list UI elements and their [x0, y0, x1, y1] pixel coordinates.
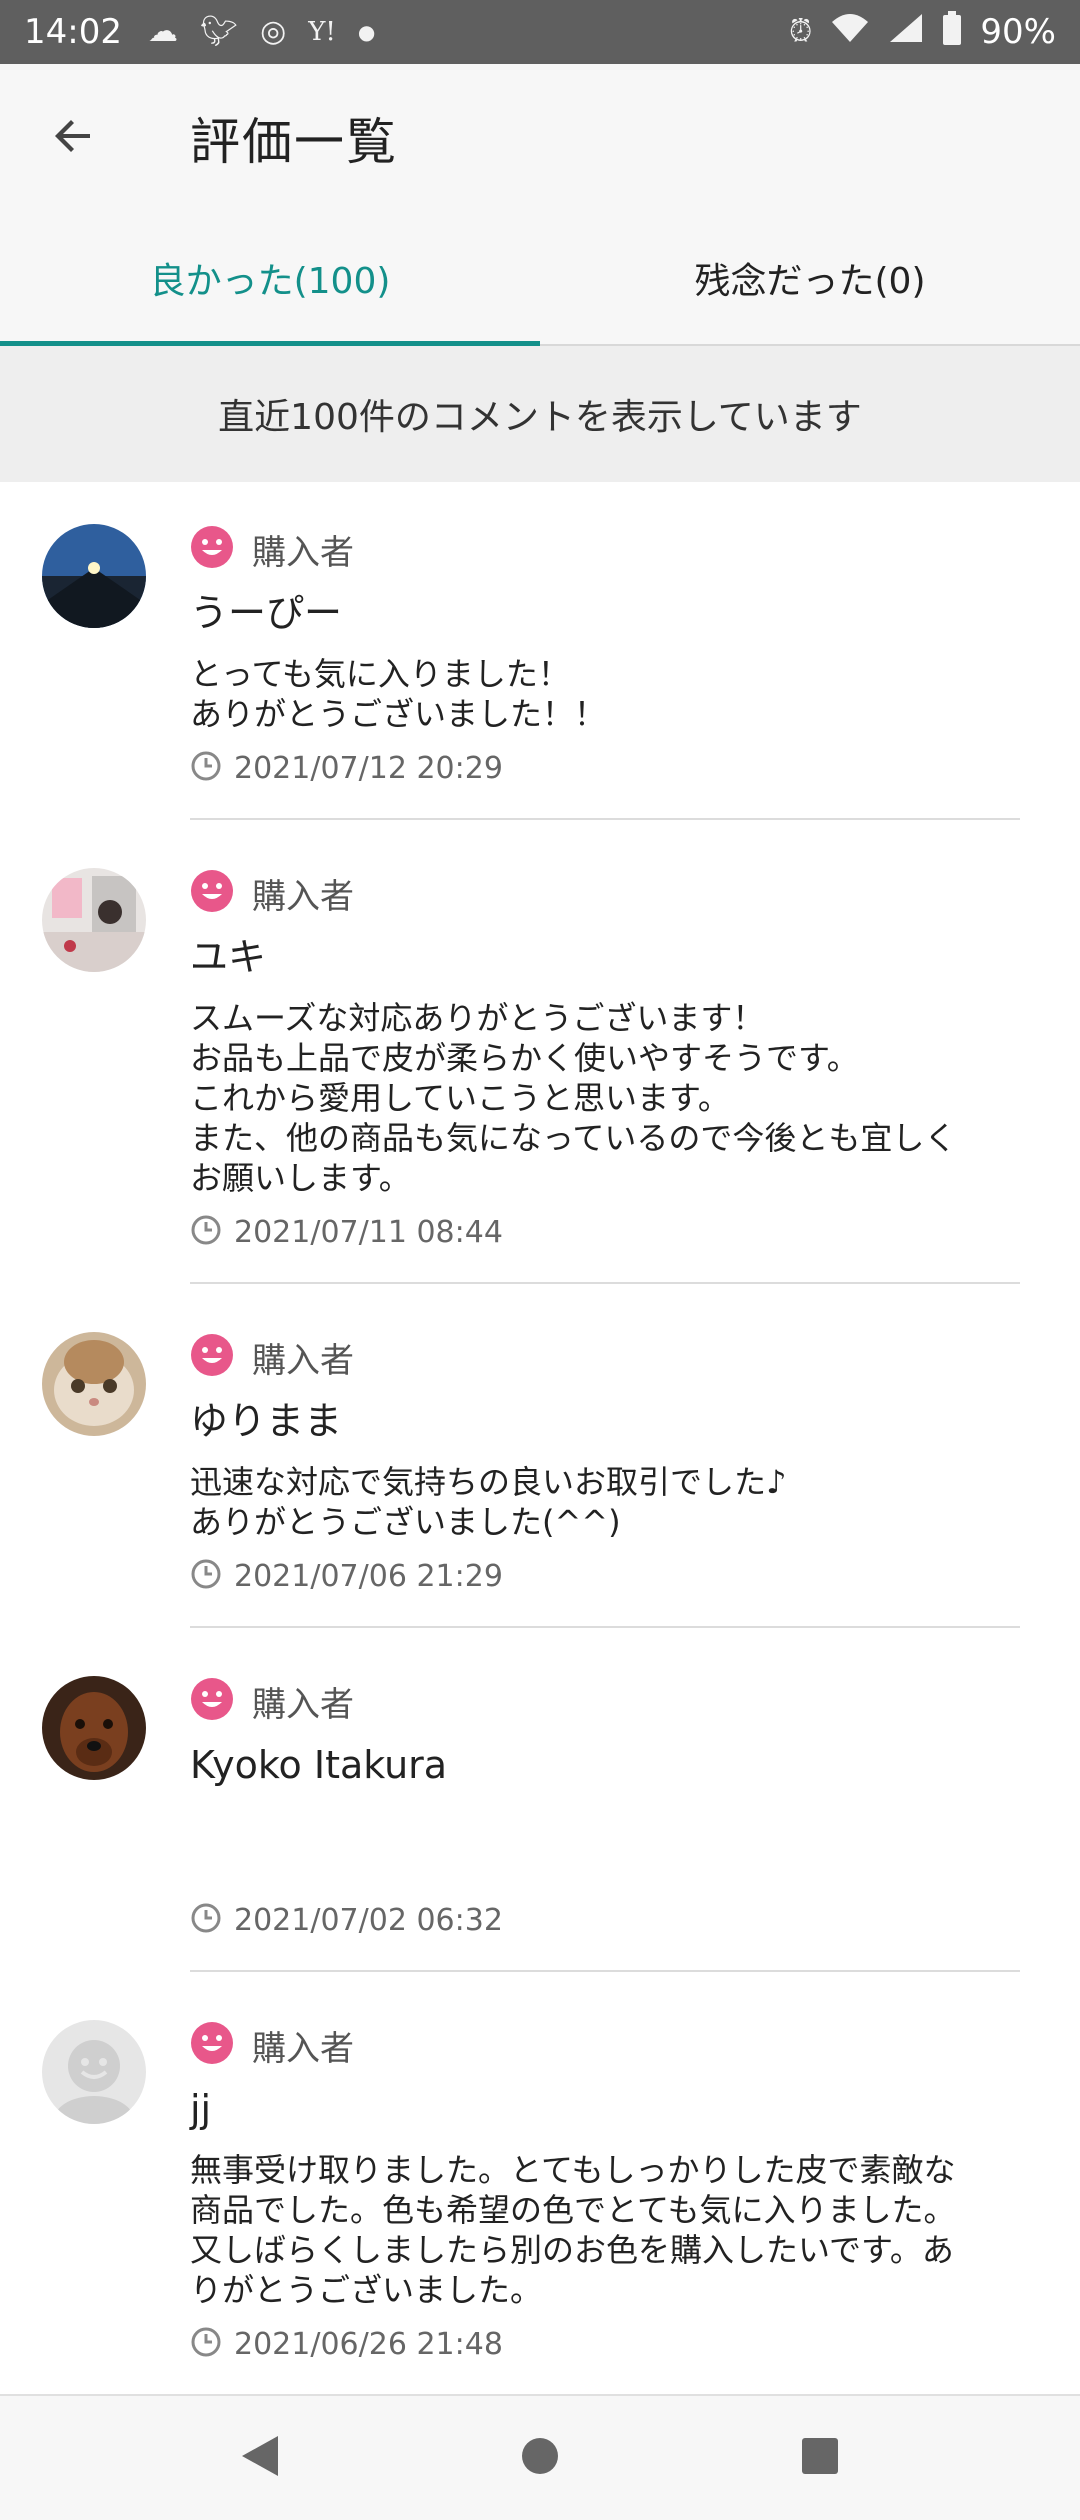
review-comment: とっても気に入りました！ ありがとうございました！！: [190, 655, 607, 733]
reviewer-name[interactable]: Kyoko Itakura: [190, 1740, 1020, 1790]
app-bar: 評価一覧: [0, 64, 1080, 212]
reviewer-name[interactable]: ユキ: [190, 932, 1020, 982]
page-title: 評価一覧: [190, 113, 398, 171]
list-item: 購入者 Kyoko Itakura 2021/07/02 06:32: [0, 1628, 1080, 1972]
circle-home-icon: [520, 2436, 560, 2480]
role-row: 購入者: [190, 868, 1020, 918]
system-icons: ⏰︎ 90%: [789, 10, 1056, 54]
role-label: 購入者: [252, 2028, 354, 2069]
role-label: 購入者: [252, 1340, 354, 1381]
avatar[interactable]: [42, 524, 146, 628]
signal-icon: [888, 12, 924, 53]
recents-nav-button[interactable]: [775, 2413, 865, 2503]
smile-icon: [190, 2021, 234, 2069]
smile-icon: [190, 525, 234, 573]
review-comment: [190, 1806, 1020, 1886]
reviewer-name[interactable]: jj: [190, 2084, 1020, 2134]
battery-percent: 90%: [980, 12, 1056, 52]
role-row: 購入者: [190, 524, 1020, 574]
review-date: 2021/06/26 21:48: [234, 2326, 503, 2362]
twitter-icon: 🐦︎: [199, 14, 239, 49]
status-bar: 14:02 ☁ 🐦︎ ◎ Y! ● ⏰︎ 90%: [0, 0, 1080, 64]
reviewer-name[interactable]: ゆりまま: [190, 1396, 1020, 1446]
clock-icon: [190, 1902, 222, 1938]
review-comment: 無事受け取りました。とてもしっかりした皮で素敵な 商品でした。色も希望の色でとて…: [190, 2151, 956, 2309]
smile-icon: [190, 869, 234, 917]
alarm-icon: ⏰︎: [789, 14, 813, 49]
tab-bad[interactable]: 残念だった(0): [540, 212, 1080, 344]
date-row: 2021/07/02 06:32: [190, 1898, 1020, 1942]
home-nav-button[interactable]: [495, 2413, 585, 2503]
avatar[interactable]: [42, 1676, 146, 1780]
role-label: 購入者: [252, 1684, 354, 1725]
smile-icon: [190, 1333, 234, 1381]
role-label: 購入者: [252, 876, 354, 917]
role-row: 購入者: [190, 1332, 1020, 1382]
date-row: 2021/07/12 20:29: [190, 746, 1020, 790]
review-comment: 迅速な対応で気持ちの良いお取引でした♪ ありがとうございました(^^): [190, 1463, 787, 1541]
avatar[interactable]: [42, 1332, 146, 1436]
role-row: 購入者: [190, 2020, 1020, 2070]
avatar[interactable]: [42, 2020, 146, 2124]
avatar[interactable]: [42, 868, 146, 972]
list-item: 購入者 jj 無事受け取りました。とてもしっかりした皮で素敵な 商品でした。色も…: [0, 1972, 1080, 2396]
tab-bar: 良かった(100) 残念だった(0): [0, 212, 1080, 346]
date-row: 2021/07/11 08:44: [190, 1210, 1020, 1254]
tab-good[interactable]: 良かった(100): [0, 212, 540, 346]
review-date: 2021/07/11 08:44: [234, 1214, 503, 1250]
square-recents-icon: [801, 2437, 839, 2479]
list-item: 購入者 ユキ スムーズな対応ありがとうございます！ お品も上品で皮が柔らかく使い…: [0, 820, 1080, 1284]
clock-icon: [190, 1214, 222, 1250]
info-banner: 直近100件のコメントを表示しています: [0, 346, 1080, 482]
list-item: 購入者 うーぴー とっても気に入りました！ ありがとうございました！！ 2021…: [0, 482, 1080, 820]
arrow-left-icon: [50, 112, 98, 164]
chrome-icon: ◎: [260, 14, 287, 49]
yahoo-icon: Y!: [308, 17, 336, 47]
smile-icon: [190, 1677, 234, 1725]
role-row: 購入者: [190, 1676, 1020, 1726]
back-button[interactable]: [0, 64, 148, 212]
cloud-icon: ☁: [147, 14, 178, 49]
review-date: 2021/07/12 20:29: [234, 750, 503, 786]
review-list: 購入者 うーぴー とっても気に入りました！ ありがとうございました！！ 2021…: [0, 482, 1080, 2520]
triangle-back-icon: [240, 2434, 280, 2482]
date-row: 2021/06/26 21:48: [190, 2322, 1020, 2366]
clock-icon: [190, 1558, 222, 1594]
clock-icon: [190, 2326, 222, 2362]
review-comment: スムーズな対応ありがとうございます！ お品も上品で皮が柔らかく使いやすそうです。…: [190, 999, 957, 1197]
review-date: 2021/07/02 06:32: [234, 1902, 503, 1938]
status-time: 14:02: [24, 12, 122, 52]
review-date: 2021/07/06 21:29: [234, 1558, 503, 1594]
reviewer-name[interactable]: うーぴー: [190, 588, 1020, 638]
list-item: 購入者 ゆりまま 迅速な対応で気持ちの良いお取引でした♪ ありがとうございました…: [0, 1284, 1080, 1628]
date-row: 2021/07/06 21:29: [190, 1554, 1020, 1598]
battery-icon: [942, 10, 962, 54]
role-label: 購入者: [252, 532, 354, 573]
dot-icon: ●: [357, 20, 376, 44]
notification-icons: ☁ 🐦︎ ◎ Y! ●: [148, 17, 375, 47]
clock-icon: [190, 750, 222, 786]
back-nav-button[interactable]: [215, 2413, 305, 2503]
wifi-icon: [830, 12, 870, 53]
navigation-bar: [0, 2394, 1080, 2520]
